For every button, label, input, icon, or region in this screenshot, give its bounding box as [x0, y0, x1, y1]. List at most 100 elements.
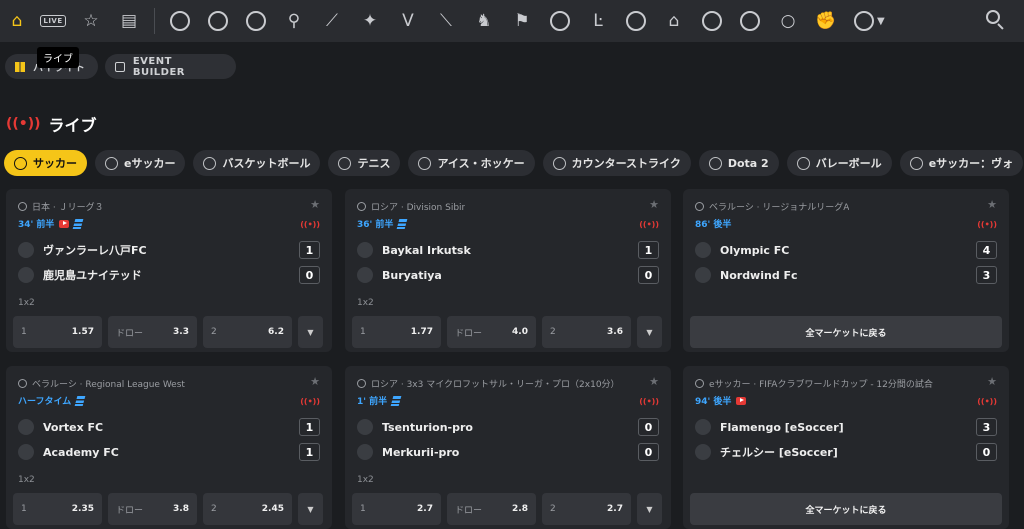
match-card[interactable]: ベラルーシ · リージョナルリーグA ★ 86' 後半 ((•)) Olympic FC…: [683, 189, 1009, 352]
match-time: 94' 後半: [695, 397, 732, 407]
cricket-icon[interactable]: ○: [769, 0, 807, 42]
chip-dota2[interactable]: Dota 2: [698, 150, 779, 176]
back-to-all-markets-button[interactable]: 全マーケットに戻る: [690, 493, 1002, 525]
more-markets-button[interactable]: ▼: [637, 493, 662, 525]
odds-button[interactable]: ドロー 3.8: [108, 493, 197, 525]
nav-divider: [154, 8, 155, 34]
boxing-icon[interactable]: ✊: [807, 0, 845, 42]
volleyball-icon[interactable]: [541, 0, 579, 42]
team-row: Tsenturion-pro 0: [357, 418, 659, 436]
racing-flag-icon[interactable]: ⚑: [503, 0, 541, 42]
team-logo: [18, 242, 34, 258]
handball-icon[interactable]: [731, 0, 769, 42]
match-card[interactable]: 日本 · Ｊリーグ３ ★ 34' 前半 ((•)) ヴァンラーレ八戸FC 1 鹿児島ユナイテ…: [6, 189, 332, 352]
chip-basketball[interactable]: バスケットボール: [193, 150, 321, 176]
team-name: 鹿児島ユナイテッド: [43, 269, 142, 282]
league-name: eサッカー · FIFAクラブワールドカップ - 12分間の試合: [709, 379, 933, 390]
team-row: Baykal Irkutsk 1: [357, 241, 659, 259]
esoccer-icon[interactable]: [199, 0, 237, 42]
odds-button[interactable]: 2 2.7: [542, 493, 631, 525]
favorite-star-icon[interactable]: ★: [310, 198, 320, 211]
basketball-icon[interactable]: [237, 0, 275, 42]
chip-soccer[interactable]: サッカー: [4, 150, 87, 176]
match-card[interactable]: ロシア · 3x3 マイクロフットサル・リーガ・プロ（2x10分） ★ 1' 前半 (…: [345, 366, 671, 529]
odds-button[interactable]: ドロー 2.8: [447, 493, 536, 525]
chip-esoccer-volta[interactable]: eサッカー：ヴォ: [899, 150, 1024, 176]
team-name: Merkurii-pro: [382, 445, 460, 459]
section-title: ライブ: [48, 116, 97, 135]
live-stream-icon[interactable]: [736, 396, 747, 405]
dota2-icon[interactable]: ⟍: [427, 0, 465, 42]
statistics-icon[interactable]: [397, 218, 408, 229]
chip-ice-hockey[interactable]: アイス・ホッケー: [408, 150, 535, 176]
odds-button[interactable]: 1 1.77: [352, 316, 441, 348]
favorite-star-icon[interactable]: ★: [987, 375, 997, 388]
back-to-all-markets-button[interactable]: 全マーケットに戻る: [690, 316, 1002, 348]
match-time: 1' 前半: [357, 397, 388, 407]
betslip-icon[interactable]: ▤: [110, 0, 148, 42]
league-name: 日本 · Ｊリーグ３: [32, 202, 104, 213]
penalty-icon[interactable]: [693, 0, 731, 42]
team-score: 3: [976, 266, 997, 284]
table-soccer-icon[interactable]: ⌂: [655, 0, 693, 42]
live-stream-icon[interactable]: [59, 219, 70, 228]
favorite-star-icon[interactable]: ★: [649, 198, 659, 211]
soccer-icon[interactable]: [161, 0, 199, 42]
volta-icon[interactable]: [617, 0, 655, 42]
match-card[interactable]: ベラルーシ · Regional League West ★ ハーフタイム ((•))…: [6, 366, 332, 529]
search-icon[interactable]: [984, 9, 1006, 31]
match-card[interactable]: eサッカー · FIFAクラブワールドカップ - 12分間の試合 ★ 94' 後半 (…: [683, 366, 1009, 529]
favorite-star-icon[interactable]: ★: [987, 198, 997, 211]
tennis-icon[interactable]: ⚲: [275, 0, 313, 42]
team-row: Buryatiya 0: [357, 266, 659, 284]
statistics-icon[interactable]: [74, 395, 86, 406]
event-builder-label: EVENT BUILDER: [132, 55, 185, 78]
favorite-star-icon[interactable]: ★: [310, 375, 320, 388]
statistics-icon[interactable]: [73, 218, 84, 229]
odds-button[interactable]: ドロー 3.3: [108, 316, 197, 348]
valorant-icon[interactable]: V: [389, 0, 427, 42]
favorite-star-icon[interactable]: ★: [649, 375, 659, 388]
odds-value: 2.45: [261, 504, 284, 514]
more-markets-button[interactable]: ▼: [298, 493, 323, 525]
team-logo: [357, 419, 373, 435]
odds-label: ドロー: [455, 328, 483, 339]
live-icon[interactable]: LIVE: [34, 0, 72, 42]
more-markets-button[interactable]: ▼: [637, 316, 662, 348]
match-card[interactable]: ロシア · Division Sibir ★ 36' 前半 ((•)) Baykal I…: [345, 189, 671, 352]
more-markets-button[interactable]: ▼: [298, 316, 323, 348]
odds-value: 1.57: [71, 327, 94, 337]
ice-hockey-icon[interactable]: ⟋: [313, 0, 351, 42]
chevron-down-icon[interactable]: ▼: [877, 16, 885, 27]
chip-tennis[interactable]: テニス: [328, 150, 401, 176]
event-builder-button[interactable]: EVENT BUILDER: [105, 54, 236, 79]
odds-button[interactable]: ドロー 4.0: [447, 316, 536, 348]
odds-button[interactable]: 1 2.35: [13, 493, 102, 525]
live-section-heading: ((•)) ライブ: [6, 112, 97, 136]
odds-button[interactable]: 2 3.6: [542, 316, 631, 348]
chess-icon[interactable]: ♞: [465, 0, 503, 42]
chip-volleyball[interactable]: バレーボール: [786, 150, 892, 176]
league-header: ロシア · 3x3 マイクロフットサル・リーガ・プロ（2x10分）: [357, 376, 659, 390]
league-of-legends-icon[interactable]: Ŀ: [579, 0, 617, 42]
team-logo: [18, 267, 34, 283]
odds-button[interactable]: 2 2.45: [203, 493, 292, 525]
team-row: 鹿児島ユナイテッド 0: [18, 266, 320, 284]
odds-button[interactable]: 1 2.7: [352, 493, 441, 525]
soccer-icon: [14, 156, 27, 170]
counter-strike-icon[interactable]: ✦: [351, 0, 389, 42]
odds-button[interactable]: 2 6.2: [203, 316, 292, 348]
team-logo: [695, 419, 711, 435]
sport-filter-chips: サッカー eサッカー バスケットボール テニス アイス・ホッケー カウンタースト…: [4, 150, 1024, 176]
chip-esoccer[interactable]: eサッカー: [95, 150, 186, 176]
statistics-icon[interactable]: [390, 395, 402, 406]
chip-counter-strike[interactable]: カウンターストライク: [542, 150, 691, 176]
odds-button[interactable]: 1 1.57: [13, 316, 102, 348]
team-score: 0: [638, 443, 659, 461]
basketball-icon: [203, 156, 217, 170]
favorites-star-icon[interactable]: ☆: [72, 0, 110, 42]
team-score: 4: [976, 241, 997, 259]
odds-value: 1.77: [410, 327, 433, 337]
home-icon[interactable]: ⌂: [0, 0, 34, 42]
odds-label: ドロー: [455, 505, 483, 516]
